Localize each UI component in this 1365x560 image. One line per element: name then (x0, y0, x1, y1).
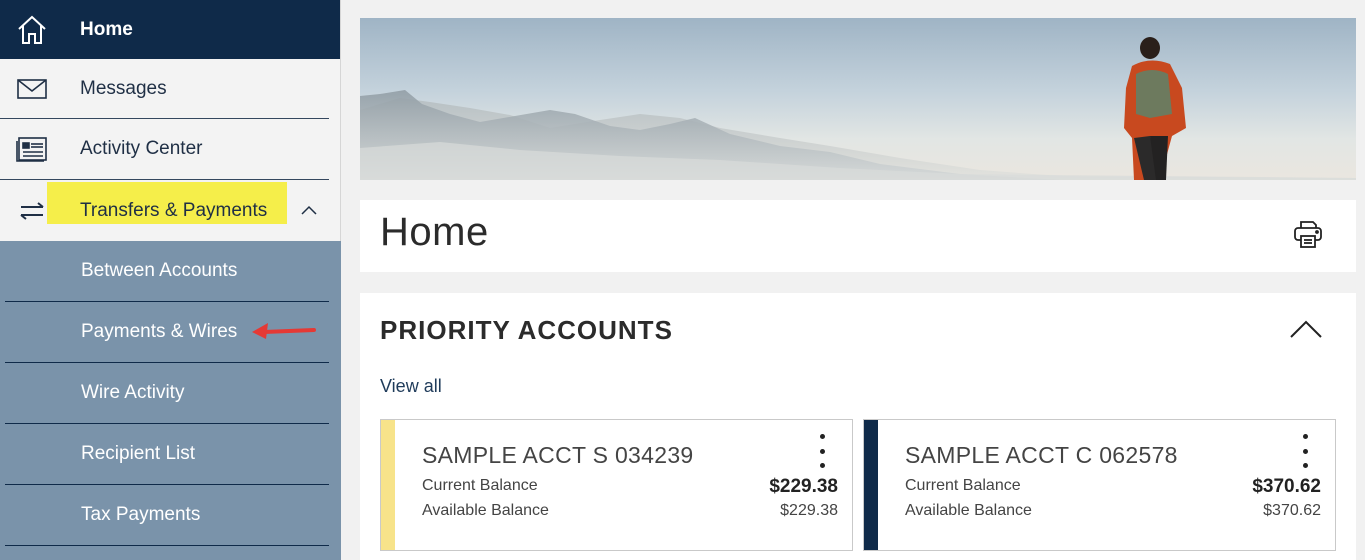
sidebar-item-label: Messages (80, 77, 167, 99)
submenu-item-label: Between Accounts (81, 260, 238, 281)
submenu-item-label: Payments & Wires (81, 321, 238, 342)
submenu-item-label: Wire Activity (81, 382, 185, 403)
account-name[interactable]: SAMPLE ACCT C 062578 (905, 442, 1178, 469)
section-title: PRIORITY ACCOUNTS (380, 315, 673, 345)
chevron-up-icon (1288, 320, 1324, 347)
chevron-up-icon[interactable] (297, 199, 321, 223)
available-balance-label: Available Balance (422, 502, 549, 519)
page-header-card: Home (360, 200, 1356, 272)
available-balance-value: $229.38 (780, 502, 838, 519)
current-balance-value: $370.62 (1252, 476, 1321, 497)
account-name[interactable]: SAMPLE ACCT S 034239 (422, 442, 694, 469)
sidebar-item-label: Transfers & Payments (80, 200, 268, 221)
submenu-item-recipient-list[interactable]: Recipient List (5, 424, 329, 485)
current-balance-label: Current Balance (905, 477, 1021, 494)
transfers-submenu: Between Accounts Payments & Wires Wire A… (0, 241, 341, 560)
activity-list-icon (16, 133, 48, 165)
submenu-item-label: Recipient List (81, 443, 196, 464)
current-balance-label: Current Balance (422, 477, 538, 494)
view-all-link[interactable]: View all (380, 376, 442, 397)
annotation-arrow-icon (252, 323, 316, 339)
account-color-bar (864, 420, 878, 550)
account-tile[interactable]: SAMPLE ACCT S 034239 Current Balance $22… (380, 419, 853, 551)
account-tile[interactable]: SAMPLE ACCT C 062578 Current Balance $37… (863, 419, 1336, 551)
page-title: Home (380, 210, 489, 254)
sidebar-item-label: Activity Center (80, 138, 203, 159)
account-color-bar (381, 420, 395, 550)
submenu-item-label: Tax Payments (81, 504, 201, 525)
sidebar-item-transfers-payments[interactable]: Transfers & Payments (0, 180, 329, 242)
printer-icon (1292, 218, 1324, 255)
priority-accounts-card: PRIORITY ACCOUNTS View all SAMPLE ACCT S… (360, 293, 1356, 560)
submenu-item-wire-activity[interactable]: Wire Activity (5, 363, 329, 424)
submenu-item-tax-payments[interactable]: Tax Payments (5, 485, 329, 546)
transfer-arrows-icon (16, 195, 48, 227)
print-button[interactable] (1290, 218, 1326, 254)
sidebar-item-label: Home (80, 18, 133, 40)
sidebar-item-activity-center[interactable]: Activity Center (0, 119, 329, 180)
current-balance-value: $229.38 (769, 476, 838, 497)
available-balance-label: Available Balance (905, 502, 1032, 519)
sidebar-item-messages[interactable]: Messages (0, 59, 329, 119)
more-options-icon[interactable] (814, 434, 830, 468)
submenu-item-between-accounts[interactable]: Between Accounts (5, 241, 329, 302)
hero-banner-image (360, 18, 1356, 180)
more-options-icon[interactable] (1297, 434, 1313, 468)
home-icon (16, 14, 48, 46)
envelope-icon (16, 73, 48, 105)
collapse-button[interactable] (1288, 315, 1324, 343)
available-balance-value: $370.62 (1263, 502, 1321, 519)
sidebar-item-home[interactable]: Home (0, 0, 340, 59)
